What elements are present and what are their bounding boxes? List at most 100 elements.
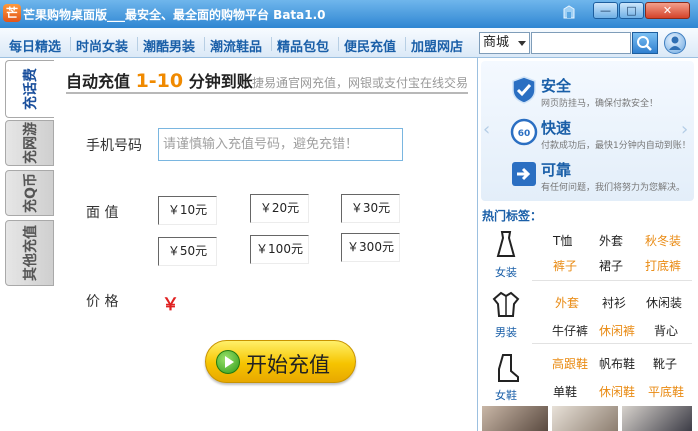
- amount-option-30[interactable]: ￥30元: [341, 194, 400, 223]
- price-label: 价 格: [86, 294, 119, 310]
- amount-option-300[interactable]: ￥300元: [341, 233, 400, 262]
- title-prefix: 自动充值: [66, 72, 136, 91]
- tab-game-recharge[interactable]: 充网游: [5, 120, 54, 166]
- search-button[interactable]: [632, 32, 658, 54]
- tag-link[interactable]: 外套: [599, 232, 623, 249]
- title-suffix: 分钟到账: [183, 72, 253, 91]
- search-input[interactable]: [531, 32, 631, 54]
- close-button[interactable]: ✕: [645, 2, 690, 19]
- tab-label: 充网游: [22, 122, 39, 164]
- category-label: 女装: [495, 266, 517, 279]
- shield-icon: [512, 76, 536, 104]
- tag-link[interactable]: 外套: [555, 294, 579, 311]
- amount-option-50[interactable]: ￥50元: [158, 237, 217, 266]
- search-scope-select[interactable]: 商城: [479, 32, 530, 54]
- product-thumbnail[interactable]: [622, 406, 692, 431]
- nav-separator: [271, 37, 272, 51]
- minimize-button[interactable]: —: [593, 2, 618, 19]
- category-label: 女鞋: [495, 389, 517, 402]
- feature-desc: 网页防挂马，确保付款安全！: [541, 99, 659, 109]
- panel-header: 自动充值 1-10 分钟到账 捷易通官网充值，网银或支付宝在线交易: [66, 66, 468, 94]
- divider: [532, 343, 692, 344]
- tag-link[interactable]: 帆布鞋: [599, 355, 635, 372]
- start-recharge-button[interactable]: 开始充值: [205, 340, 356, 383]
- tab-label: 充Q币: [22, 173, 39, 213]
- person-icon: [669, 36, 681, 50]
- tag-link[interactable]: 裙子: [599, 257, 623, 274]
- feature-desc: 有任何问题，我们将努力为您解决。: [541, 183, 686, 193]
- category-women-shoes[interactable]: 女鞋: [484, 353, 528, 405]
- price-value: ￥: [162, 295, 179, 315]
- tag-link[interactable]: 平底鞋: [648, 383, 684, 400]
- tab-other-recharge[interactable]: 其他充值: [5, 220, 54, 286]
- nav-separator: [70, 37, 71, 51]
- nav-item-bags[interactable]: 精品包包: [277, 36, 329, 55]
- search-scope-value: 商城: [483, 35, 510, 50]
- nav-separator: [137, 37, 138, 51]
- tag-link[interactable]: 秋冬装: [645, 232, 681, 249]
- amount-option-10[interactable]: ￥10元: [158, 196, 217, 225]
- jacket-icon: [492, 291, 520, 317]
- tag-link[interactable]: 打底裤: [645, 257, 681, 274]
- recharge-type-tabs: 充话费 充网游 充Q币 其他充值: [0, 58, 56, 431]
- hot-tags-title: 热门标签：: [482, 209, 543, 223]
- skin-icon[interactable]: [561, 4, 577, 22]
- tab-label: 充话费: [23, 68, 39, 110]
- product-thumbnail[interactable]: [482, 406, 548, 431]
- product-thumbnail-strip: [482, 406, 695, 431]
- tab-qcoin-recharge[interactable]: 充Q币: [5, 170, 54, 216]
- tag-link[interactable]: 牛仔裤: [552, 322, 588, 339]
- title-bar[interactable]: 芒 芒果购物桌面版___最安全、最全面的购物平台 Bata1.0 — □ ✕: [0, 0, 698, 28]
- category-women[interactable]: 女装: [484, 230, 528, 282]
- tag-link[interactable]: 高跟鞋: [552, 355, 588, 372]
- tab-phone-recharge[interactable]: 充话费: [5, 60, 54, 118]
- feature-title: 安全: [541, 77, 572, 95]
- tag-link[interactable]: 单鞋: [553, 383, 577, 400]
- play-icon: [216, 350, 240, 374]
- tag-link[interactable]: T恤: [553, 232, 572, 249]
- tag-link[interactable]: 休闲鞋: [599, 383, 635, 400]
- chevron-left-icon[interactable]: ‹: [483, 119, 490, 140]
- nav-item-women[interactable]: 时尚女装: [76, 36, 128, 55]
- svg-text:60: 60: [518, 129, 531, 139]
- nav-item-shoes[interactable]: 潮流鞋品: [210, 36, 262, 55]
- nav-item-daily[interactable]: 每日精选: [9, 36, 61, 55]
- speed-60s-icon: 60: [510, 118, 538, 146]
- search-icon: [637, 36, 652, 51]
- tab-label: 其他充值: [22, 225, 39, 281]
- category-label: 男装: [495, 326, 517, 339]
- phone-label: 手机号码: [86, 138, 142, 154]
- title-highlight: 1-10: [135, 70, 184, 92]
- nav-item-men[interactable]: 潮酷男装: [143, 36, 195, 55]
- nav-item-recharge[interactable]: 便民充值: [344, 36, 396, 55]
- window-title: 芒果购物桌面版___最安全、最全面的购物平台 Bata1.0: [23, 8, 326, 22]
- tag-link[interactable]: 裤子: [553, 257, 577, 274]
- start-recharge-label: 开始充值: [246, 353, 330, 377]
- tag-link[interactable]: 背心: [654, 322, 678, 339]
- amount-option-100[interactable]: ￥100元: [250, 235, 309, 264]
- boot-icon: [498, 354, 519, 382]
- nav-item-franchise[interactable]: 加盟网店: [411, 36, 463, 55]
- features-box: ‹ › 安全 网页防挂马，确保付款安全！ 60 快速 付款成功后，最快1分钟内自…: [481, 61, 694, 201]
- exit-arrow-icon: [512, 162, 536, 186]
- app-logo: 芒: [3, 4, 21, 22]
- tag-link[interactable]: 衬衫: [602, 294, 626, 311]
- chevron-down-icon: [518, 41, 526, 46]
- product-thumbnail[interactable]: [552, 406, 618, 431]
- chevron-right-icon[interactable]: ›: [681, 119, 688, 140]
- tag-link[interactable]: 靴子: [653, 355, 677, 372]
- recharge-panel: 自动充值 1-10 分钟到账 捷易通官网充值，网银或支付宝在线交易 手机号码 面…: [56, 58, 477, 431]
- maximize-button[interactable]: □: [619, 2, 644, 19]
- category-men[interactable]: 男装: [484, 290, 528, 342]
- tag-link[interactable]: 休闲装: [646, 294, 682, 311]
- amount-option-20[interactable]: ￥20元: [250, 194, 309, 223]
- user-avatar-icon[interactable]: [664, 32, 686, 54]
- divider: [532, 280, 692, 281]
- panel-subtitle: 捷易通官网充值，网银或支付宝在线交易: [252, 76, 469, 90]
- dress-icon: [496, 231, 516, 257]
- nav-separator: [338, 37, 339, 51]
- feature-title: 可靠: [541, 161, 572, 179]
- tag-link[interactable]: 休闲裤: [599, 322, 635, 339]
- feature-title: 快速: [541, 119, 572, 137]
- phone-number-input[interactable]: [158, 128, 403, 161]
